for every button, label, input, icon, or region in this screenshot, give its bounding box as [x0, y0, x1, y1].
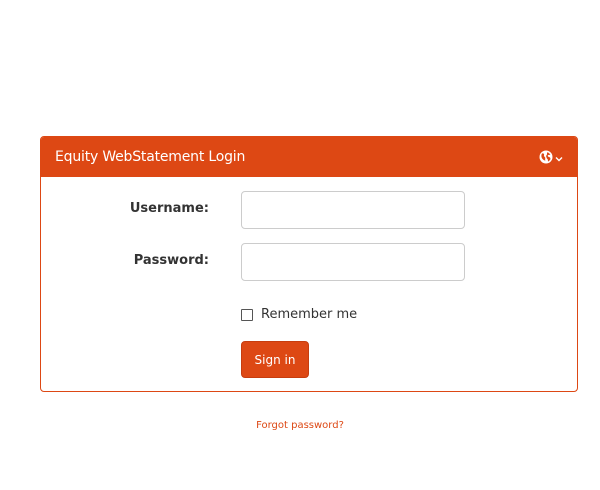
language-dropdown-toggle[interactable]: [539, 150, 563, 164]
caret-down-icon: [555, 156, 563, 161]
username-row: Username:: [41, 191, 577, 229]
sign-in-button[interactable]: Sign in: [241, 341, 309, 378]
password-label: Password:: [133, 253, 209, 268]
panel-header: Equity WebStatement Login: [41, 137, 577, 177]
forgot-password-link[interactable]: Forgot password?: [0, 420, 600, 431]
panel-title: Equity WebStatement Login: [55, 149, 246, 165]
remember-me-checkbox[interactable]: [241, 308, 253, 321]
password-input[interactable]: [241, 243, 465, 281]
login-page: Equity WebStatement Login Username: Pass…: [0, 0, 600, 490]
remember-me-label: Remember me: [261, 307, 358, 322]
password-row: Password:: [41, 243, 577, 281]
username-input[interactable]: [241, 191, 465, 229]
remember-me-option[interactable]: Remember me: [241, 307, 357, 322]
globe-icon: [539, 150, 553, 164]
login-panel: Equity WebStatement Login Username: Pass…: [40, 136, 578, 392]
username-label: Username:: [129, 201, 209, 216]
